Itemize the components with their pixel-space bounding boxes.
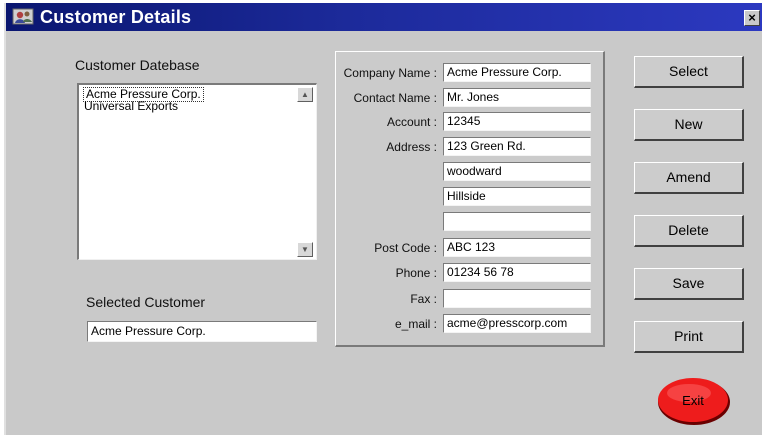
exit-button[interactable]: Exit xyxy=(656,376,732,426)
address-line-4-field[interactable] xyxy=(443,212,591,231)
customer-app-icon xyxy=(12,8,34,25)
phone-field[interactable]: 01234 56 78 xyxy=(443,263,591,282)
title-bar[interactable]: Customer Details × xyxy=(6,3,762,31)
selected-customer-label: Selected Customer xyxy=(86,294,206,310)
phone-label: Phone : xyxy=(395,266,437,280)
details-panel: Company Name : Contact Name : Account : … xyxy=(335,51,605,347)
company-name-field[interactable]: Acme Pressure Corp. xyxy=(443,63,591,82)
company-name-label: Company Name : xyxy=(343,66,437,80)
scroll-down-button[interactable]: ▼ xyxy=(297,242,313,257)
print-button[interactable]: Print xyxy=(634,321,744,353)
close-icon: × xyxy=(748,10,756,25)
address-line-2-field[interactable]: woodward xyxy=(443,162,591,181)
contact-name-label: Contact Name : xyxy=(353,91,437,105)
contact-name-field[interactable]: Mr. Jones xyxy=(443,88,591,107)
account-label: Account : xyxy=(386,115,437,129)
account-field[interactable]: 12345 xyxy=(443,112,591,131)
post-code-field[interactable]: ABC 123 xyxy=(443,238,591,257)
address-line-3-field[interactable]: Hillside xyxy=(443,187,591,206)
customer-details-window: Customer Details × Customer Datebase Acm… xyxy=(4,3,762,435)
scroll-up-button[interactable]: ▲ xyxy=(297,87,313,102)
customer-database-label: Customer Datebase xyxy=(75,57,200,73)
new-button[interactable]: New xyxy=(634,109,744,141)
amend-button[interactable]: Amend xyxy=(634,162,744,194)
window-title: Customer Details xyxy=(40,7,192,27)
selected-customer-field[interactable]: Acme Pressure Corp. xyxy=(87,321,317,342)
save-button[interactable]: Save xyxy=(634,268,744,300)
fax-label: Fax : xyxy=(410,292,437,306)
email-field[interactable]: acme@presscorp.com xyxy=(443,314,591,333)
customer-database-list[interactable]: Acme Pressure Corp. Universal Exports ▲ … xyxy=(77,83,317,260)
arrow-up-icon: ▲ xyxy=(301,90,309,99)
fax-field[interactable] xyxy=(443,289,591,308)
address-line-1-field[interactable]: 123 Green Rd. xyxy=(443,137,591,156)
arrow-down-icon: ▼ xyxy=(301,245,309,254)
select-button[interactable]: Select xyxy=(634,56,744,88)
list-item-universal[interactable]: Universal Exports xyxy=(84,100,178,113)
close-button[interactable]: × xyxy=(744,10,760,26)
delete-button[interactable]: Delete xyxy=(634,215,744,247)
exit-label: Exit xyxy=(682,393,704,408)
email-label: e_mail : xyxy=(394,317,437,331)
post-code-label: Post Code : xyxy=(374,241,437,255)
address-label: Address : xyxy=(386,140,437,154)
list-scrollbar[interactable]: ▲ ▼ xyxy=(297,87,314,257)
